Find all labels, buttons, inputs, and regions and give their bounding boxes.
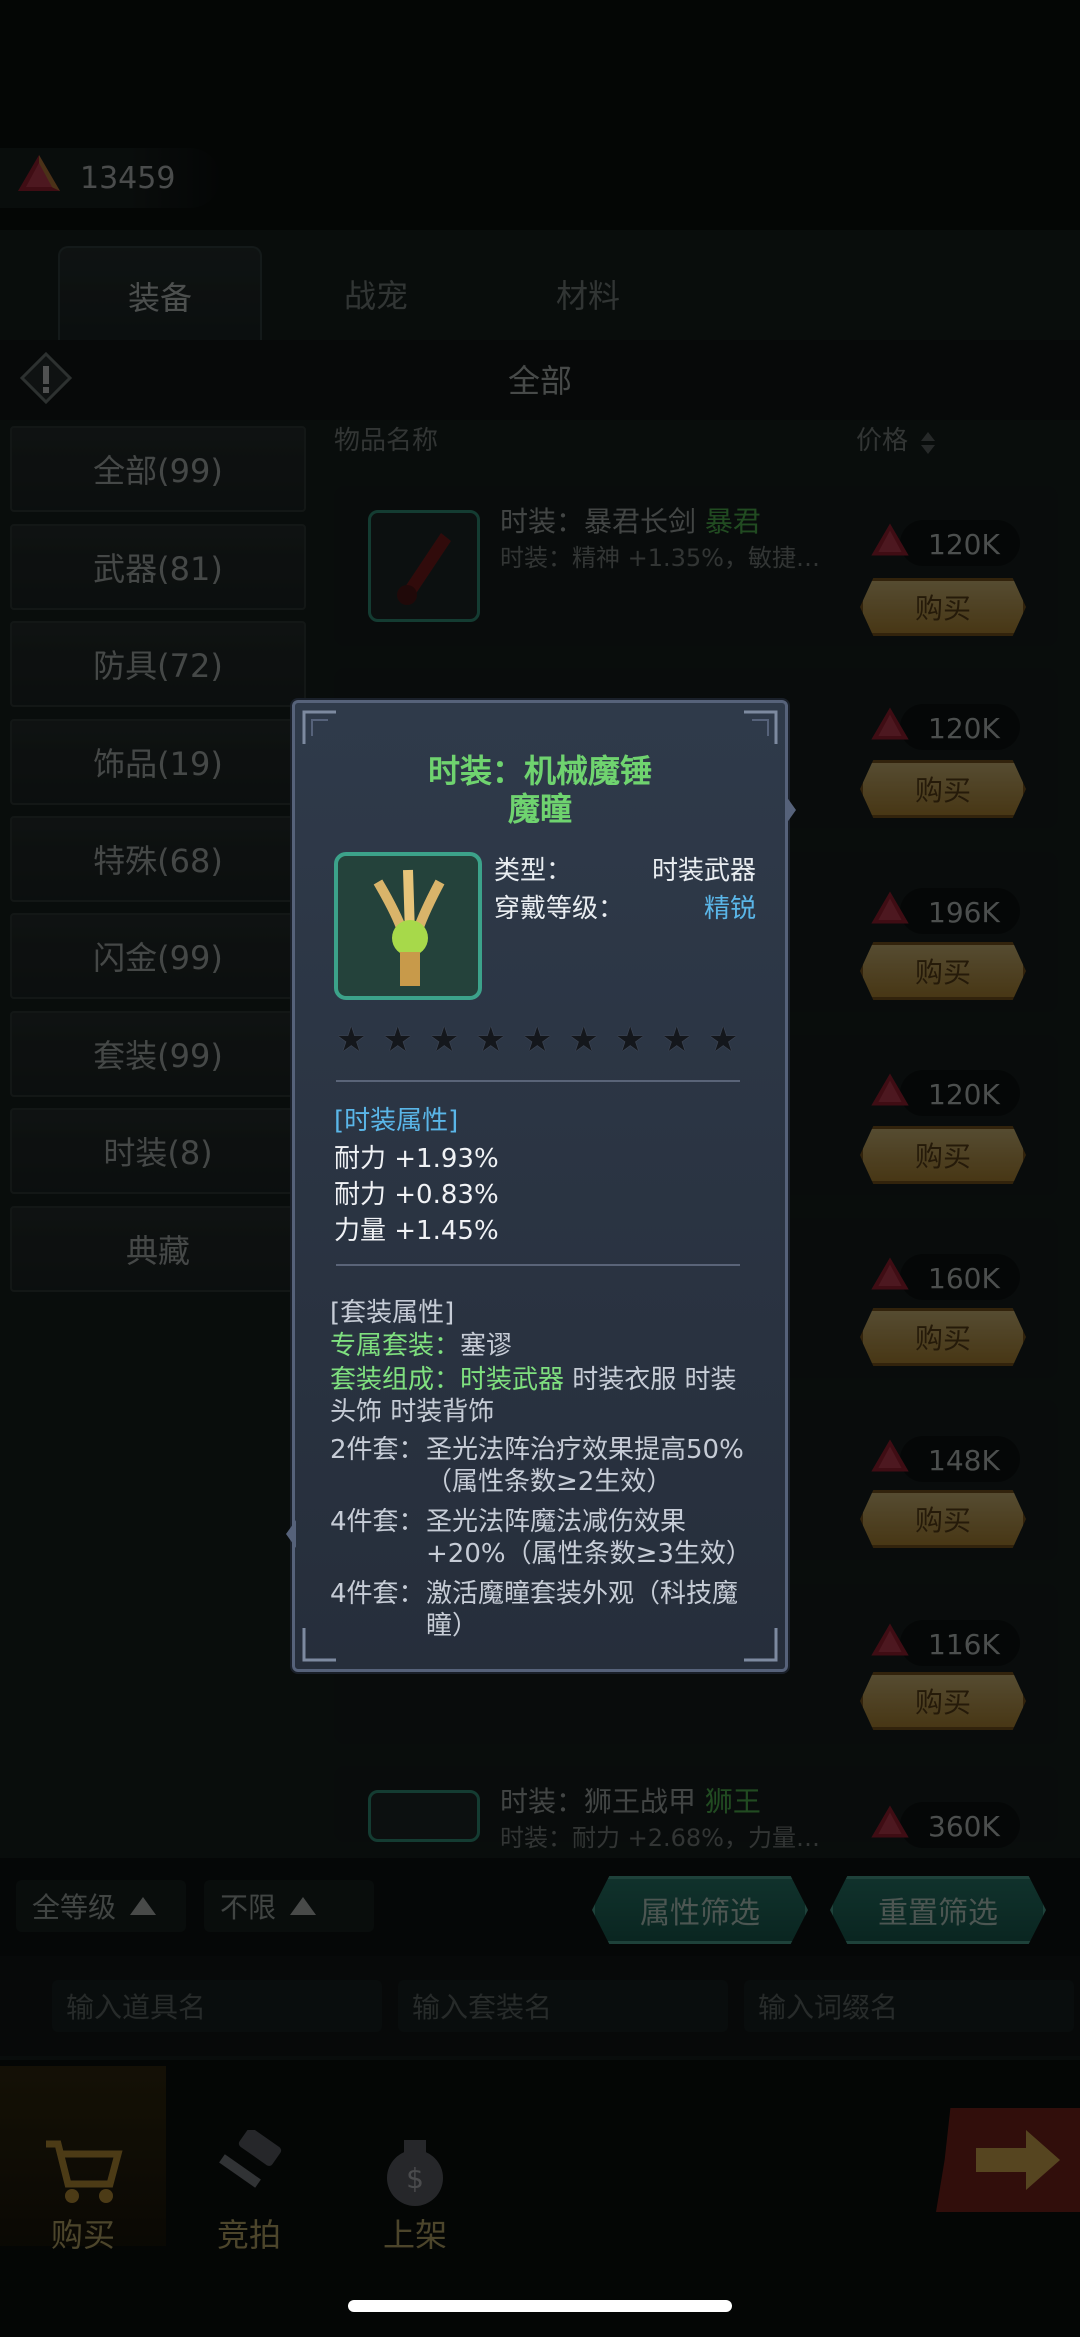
set-bonus-text: 激活魔瞳套装外观（科技魔瞳） bbox=[426, 1579, 739, 1641]
divider bbox=[336, 1080, 740, 1082]
popup-pointer bbox=[286, 1520, 296, 1548]
star-icon: ★ bbox=[429, 1020, 460, 1060]
hammer-icon bbox=[373, 869, 445, 986]
fashion-attr-header: [时装属性] bbox=[334, 1106, 459, 1136]
divider bbox=[336, 1264, 740, 1266]
star-icon: ★ bbox=[382, 1020, 413, 1060]
set-bonus-text: 圣光法阵魔法减伤效果+20%（属性条数≥3生效） bbox=[426, 1507, 752, 1569]
set-bonus-label: 4件套： bbox=[330, 1579, 425, 1609]
set-bonus-text: 圣光法阵治疗效果提高50%（属性条数≥2生效） bbox=[426, 1435, 744, 1497]
type-value: 时装武器 bbox=[651, 856, 756, 886]
star-icon: ★ bbox=[568, 1020, 599, 1060]
set-bonus-label: 2件套： bbox=[330, 1435, 425, 1465]
star-icon: ★ bbox=[522, 1020, 553, 1060]
attribute-line: 力量 +1.45% bbox=[334, 1216, 499, 1246]
attribute-line: 耐力 +0.83% bbox=[334, 1180, 499, 1210]
star-icon: ★ bbox=[475, 1020, 506, 1060]
popup-item-icon bbox=[334, 852, 482, 1000]
star-icon: ★ bbox=[708, 1020, 739, 1060]
corner-ornament-icon bbox=[744, 710, 778, 744]
set-composition: 套装组成：时装武器 时装衣服 时装头饰 时装背饰 bbox=[330, 1365, 737, 1427]
home-indicator bbox=[348, 2300, 732, 2312]
star-icon: ★ bbox=[336, 1020, 367, 1060]
set-exclusive: 专属套装：塞谬 bbox=[330, 1331, 513, 1361]
popup-item-subtitle: 魔瞳 bbox=[507, 790, 572, 828]
corner-ornament-icon bbox=[302, 1628, 336, 1662]
star-icon: ★ bbox=[615, 1020, 646, 1060]
attribute-line: 耐力 +1.93% bbox=[334, 1144, 499, 1174]
star-icon: ★ bbox=[661, 1020, 692, 1060]
corner-ornament-icon bbox=[302, 710, 336, 744]
set-bonus-label: 4件套： bbox=[330, 1507, 425, 1537]
set-attr-header: [套装属性] bbox=[330, 1298, 455, 1328]
wear-level-value: 精锐 bbox=[703, 894, 756, 924]
